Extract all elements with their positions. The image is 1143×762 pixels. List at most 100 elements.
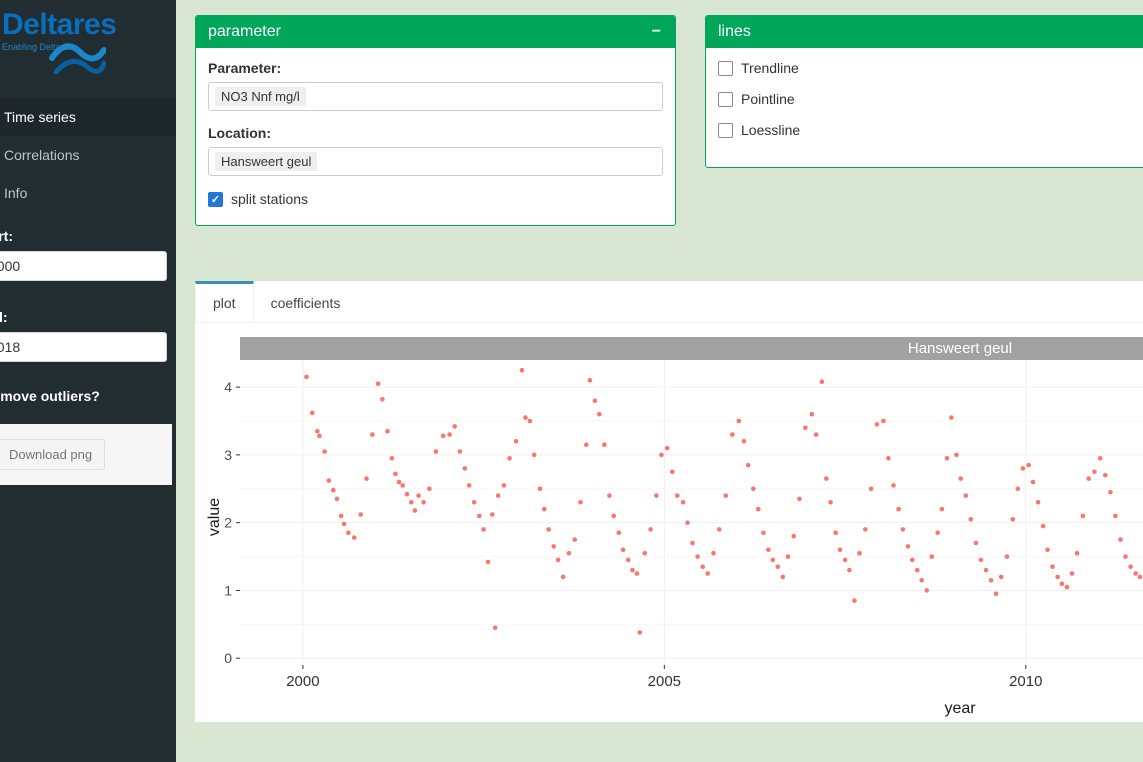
data-point: [857, 551, 862, 556]
data-point: [705, 571, 710, 576]
wave-logo-icon: [48, 36, 106, 85]
data-point: [638, 630, 643, 635]
data-point: [523, 415, 528, 420]
data-point: [1065, 585, 1070, 590]
start-year-input[interactable]: [0, 251, 167, 281]
data-point: [1092, 470, 1097, 475]
data-point: [490, 512, 495, 517]
app-screen: Deltares Enabling Delta Life Time series…: [0, 0, 1143, 762]
parameter-select[interactable]: NO3 Nnf mg/l: [208, 82, 663, 111]
split-stations-checkbox[interactable]: ✓ split stations: [208, 191, 663, 207]
location-label: Location:: [208, 125, 663, 141]
data-point: [310, 411, 315, 416]
data-point: [630, 568, 635, 573]
y-tick-label: 3: [224, 447, 232, 463]
data-point: [546, 527, 551, 532]
data-point: [416, 493, 421, 498]
data-point: [1108, 490, 1113, 495]
data-point: [766, 548, 771, 553]
lines-box-header: lines: [706, 16, 1143, 48]
data-point: [711, 551, 716, 556]
data-point: [315, 429, 320, 434]
remove-outliers-checkbox[interactable]: remove outliers?: [0, 388, 176, 404]
data-point: [1113, 514, 1118, 519]
checkbox-checked-icon[interactable]: ✓: [208, 192, 223, 207]
data-point: [700, 564, 705, 569]
checkbox-icon[interactable]: [718, 61, 733, 76]
end-year-label: end:: [0, 309, 176, 325]
data-point: [742, 439, 747, 444]
data-point: [441, 434, 446, 439]
loessline-label: Loessline: [741, 122, 800, 138]
data-point: [335, 497, 340, 502]
sidebar-inner: Deltares Enabling Delta Life Time series…: [0, 0, 176, 485]
data-point: [969, 517, 974, 522]
download-box: Download png: [0, 424, 172, 485]
scatter-plot: Hansweert geul 012342000200520102015 val…: [205, 337, 1143, 729]
data-point: [881, 419, 886, 424]
data-point: [493, 625, 498, 630]
data-point: [390, 456, 395, 461]
end-year-input[interactable]: [0, 332, 167, 362]
data-point: [776, 564, 781, 569]
sidebar-item-info[interactable]: Info: [0, 174, 176, 212]
data-point: [1086, 476, 1091, 481]
data-point: [578, 500, 583, 505]
data-point: [1055, 575, 1060, 580]
tab-plot[interactable]: plot: [195, 281, 254, 322]
data-point: [447, 432, 452, 437]
sidebar-item-label: Time series: [4, 109, 76, 125]
data-point: [1016, 487, 1021, 492]
data-point: [458, 449, 463, 454]
data-point: [875, 422, 880, 427]
data-point: [602, 442, 607, 447]
data-point: [964, 493, 969, 498]
data-point: [413, 508, 418, 513]
data-point: [1026, 463, 1031, 468]
sidebar-item-correlations[interactable]: Correlations: [0, 136, 176, 174]
data-point: [746, 463, 751, 468]
checkbox-icon[interactable]: [718, 123, 733, 138]
data-point: [924, 588, 929, 593]
data-point: [397, 480, 402, 485]
data-point: [572, 537, 577, 542]
collapse-icon[interactable]: −: [650, 23, 663, 41]
location-value: Hansweert geul: [215, 152, 317, 171]
data-point: [761, 531, 766, 536]
data-point: [327, 478, 332, 483]
logo: Deltares Enabling Delta Life: [0, 0, 176, 88]
sidebar-item-time-series[interactable]: Time series: [0, 98, 176, 136]
data-point: [695, 554, 700, 559]
data-point: [1081, 514, 1086, 519]
loessline-checkbox[interactable]: Loessline: [718, 122, 1143, 138]
tab-coefficients[interactable]: coefficients: [254, 281, 358, 322]
parameter-box-body: Parameter: NO3 Nnf mg/l Location: Hanswe…: [196, 48, 675, 225]
data-point: [665, 446, 670, 451]
data-point: [304, 375, 309, 380]
checkbox-icon[interactable]: [718, 92, 733, 107]
data-point: [919, 578, 924, 583]
data-point: [751, 487, 756, 492]
parameter-box-title: parameter: [208, 23, 281, 41]
data-point: [949, 415, 954, 420]
data-point: [528, 419, 533, 424]
data-point: [317, 434, 322, 439]
pointline-checkbox[interactable]: Pointline: [718, 91, 1143, 107]
data-point: [648, 527, 653, 532]
data-point: [376, 381, 381, 386]
data-point: [421, 500, 426, 505]
data-point: [1070, 571, 1075, 576]
data-point: [771, 558, 776, 563]
data-point: [551, 544, 556, 549]
data-point: [930, 554, 935, 559]
download-png-button[interactable]: Download png: [0, 439, 105, 470]
data-point: [659, 453, 664, 458]
data-point: [781, 575, 786, 580]
data-point: [472, 500, 477, 505]
location-select[interactable]: Hansweert geul: [208, 147, 663, 176]
data-point: [999, 575, 1004, 580]
facet-strip-title: Hansweert geul: [908, 340, 1012, 357]
data-point: [852, 598, 857, 603]
trendline-checkbox[interactable]: Trendline: [718, 60, 1143, 76]
data-point: [984, 568, 989, 573]
